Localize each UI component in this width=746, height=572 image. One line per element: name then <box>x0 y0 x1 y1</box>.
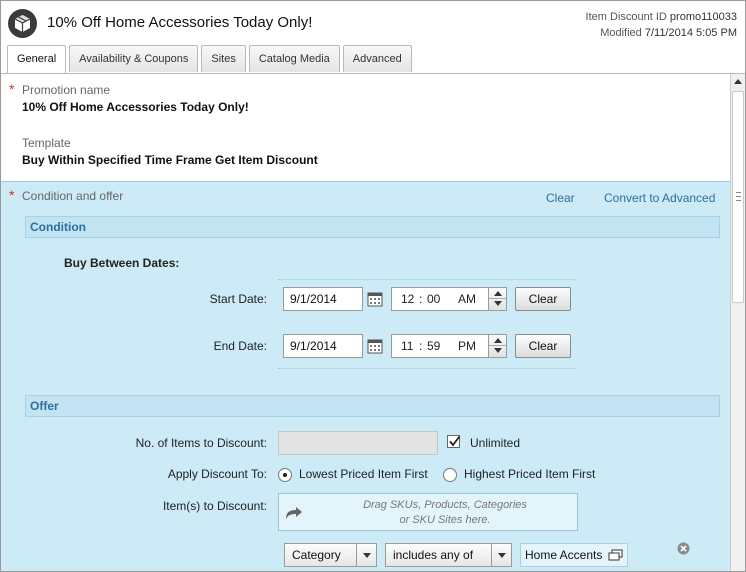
calendar-icon[interactable] <box>367 291 383 307</box>
scrollbar-thumb[interactable] <box>732 91 744 303</box>
remove-filter-icon[interactable] <box>677 542 690 555</box>
end-hour: 11 <box>401 339 414 353</box>
start-minute: 00 <box>427 292 441 306</box>
id-label: Item Discount ID <box>585 11 667 23</box>
modified-label: Modified <box>600 27 642 39</box>
promotion-name-label: Promotion name <box>22 83 111 97</box>
page-title: 10% Off Home Accessories Today Only! <box>47 14 313 31</box>
highest-priced-label: Highest Priced Item First <box>464 467 596 481</box>
lowest-priced-label: Lowest Priced Item First <box>299 467 428 481</box>
vertical-scrollbar[interactable] <box>730 74 745 571</box>
promotion-meta: Item Discount ID promo110033 Modified 7/… <box>586 9 737 41</box>
time-separator: : <box>419 339 423 353</box>
spin-up-icon[interactable] <box>494 291 502 296</box>
filter-type-select[interactable]: Category <box>284 543 377 567</box>
promotion-name-value[interactable]: 10% Off Home Accessories Today Only! <box>22 100 249 114</box>
buy-between-dates-label: Buy Between Dates: <box>64 256 180 270</box>
unlimited-checkbox[interactable] <box>447 435 461 448</box>
start-date-label: Start Date: <box>209 292 267 306</box>
items-to-discount-input[interactable] <box>278 431 438 455</box>
clear-link[interactable]: Clear <box>546 191 575 205</box>
chevron-down-icon <box>356 544 376 566</box>
start-time-spinner[interactable] <box>488 288 506 310</box>
tab-general[interactable]: General <box>7 45 67 74</box>
checkmark-icon <box>449 435 461 447</box>
drag-arrow-icon <box>286 507 302 519</box>
start-ampm: AM <box>458 292 476 306</box>
start-date-input[interactable]: 9/1/2014 <box>283 287 363 311</box>
promotion-editor-window: 10% Off Home Accessories Today Only! Ite… <box>0 0 746 572</box>
start-date-clear-button[interactable]: Clear <box>515 287 571 311</box>
chevron-down-icon <box>491 544 511 566</box>
calendar-icon[interactable] <box>367 338 383 354</box>
filter-value-tag[interactable]: Home Accents <box>520 543 628 567</box>
end-minute: 59 <box>427 339 441 353</box>
apply-discount-label: Apply Discount To: <box>167 467 267 481</box>
filter-operator-select[interactable]: includes any of <box>385 543 512 567</box>
unlimited-label: Unlimited <box>470 436 521 450</box>
modified-value: 7/11/2014 5:05 PM <box>644 27 737 39</box>
start-hour: 12 <box>401 292 415 306</box>
end-ampm: PM <box>458 339 476 353</box>
tab-content: * Promotion name 10% Off Home Accessorie… <box>1 74 730 571</box>
box-icon <box>8 9 37 38</box>
tab-advanced[interactable]: Advanced <box>342 45 412 72</box>
convert-to-advanced-link[interactable]: Convert to Advanced <box>604 191 715 205</box>
tab-catalog-media[interactable]: Catalog Media <box>248 45 340 72</box>
start-time-input[interactable]: 12 : 00 AM <box>391 287 507 311</box>
end-date-input[interactable]: 9/1/2014 <box>283 334 363 358</box>
tab-bar: General Availability & Coupons Sites Cat… <box>7 45 415 74</box>
grip-icon <box>736 192 741 201</box>
items-to-discount-label: No. of Items to Discount: <box>135 436 267 450</box>
id-value: promo110033 <box>669 11 737 23</box>
condition-header: Condition <box>25 216 720 238</box>
spin-up-icon[interactable] <box>494 338 502 343</box>
offer-header: Offer <box>25 395 720 417</box>
template-value: Buy Within Specified Time Frame Get Item… <box>22 153 318 167</box>
items-label: Item(s) to Discount: <box>162 499 267 513</box>
tab-sites[interactable]: Sites <box>201 45 246 72</box>
time-separator: : <box>419 292 423 306</box>
tab-availability-coupons[interactable]: Availability & Coupons <box>69 45 199 72</box>
template-label: Template <box>22 136 71 150</box>
condition-offer-section: * Condition and offer Clear Convert to A… <box>1 181 730 571</box>
scroll-up-icon[interactable] <box>731 74 745 90</box>
header: 10% Off Home Accessories Today Only! Ite… <box>1 1 745 45</box>
spin-down-icon[interactable] <box>494 301 502 306</box>
spin-down-icon[interactable] <box>494 348 502 353</box>
drop-hint: Drag SKUs, Products, Categories or SKU S… <box>363 499 527 526</box>
end-time-spinner[interactable] <box>488 335 506 357</box>
end-date-clear-button[interactable]: Clear <box>515 334 571 358</box>
highest-priced-radio[interactable] <box>443 468 457 482</box>
end-time-input[interactable]: 11 : 59 PM <box>391 334 507 358</box>
required-marker: * <box>9 187 15 203</box>
condition-offer-label: Condition and offer <box>22 189 124 203</box>
end-date-label: End Date: <box>213 339 267 353</box>
lowest-priced-radio[interactable] <box>278 468 292 482</box>
general-section: * Promotion name 10% Off Home Accessorie… <box>1 74 730 181</box>
item-drop-target[interactable]: Drag SKUs, Products, Categories or SKU S… <box>278 493 578 531</box>
required-marker: * <box>9 81 15 97</box>
open-window-icon[interactable] <box>608 549 623 561</box>
